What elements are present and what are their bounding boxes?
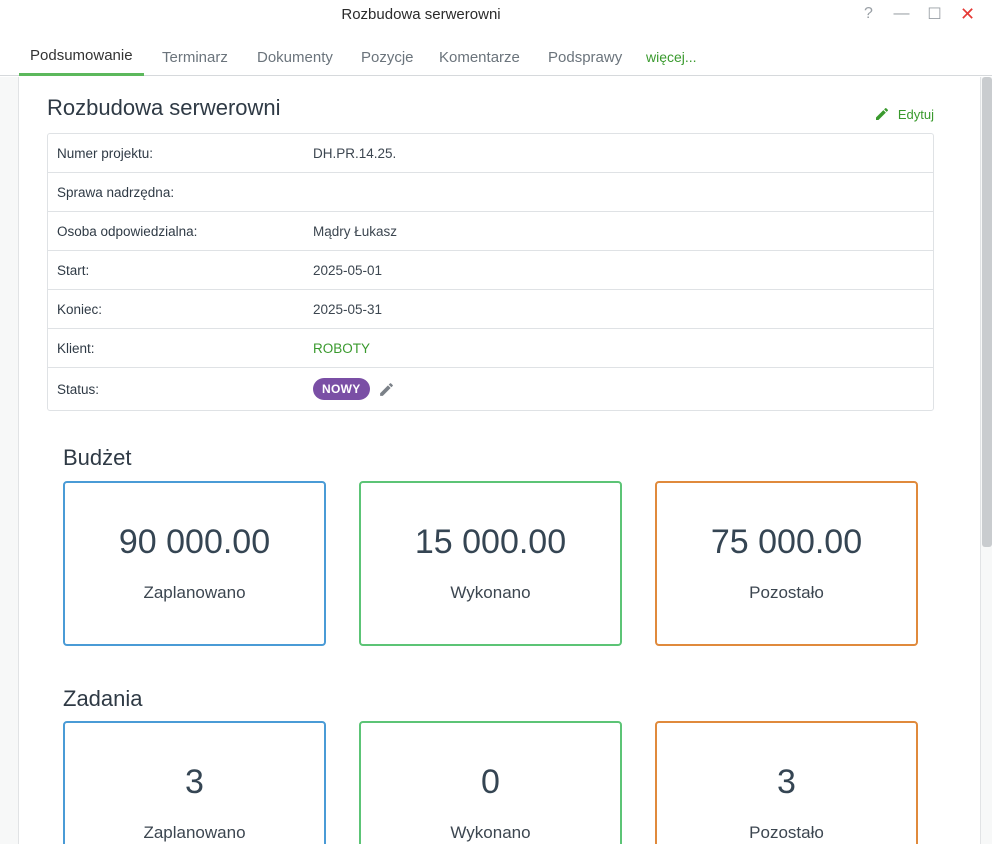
tasks-done-card: 0 Wykonano [359, 721, 622, 844]
detail-row-start: Start: 2025-05-01 [48, 251, 933, 290]
client-link[interactable]: ROBOTY [313, 341, 370, 356]
tab-komentarze[interactable]: Komentarze [439, 38, 520, 76]
status-value: NOWY [313, 378, 395, 400]
budget-remaining-caption: Pozostało [749, 583, 824, 602]
tab-terminarz[interactable]: Terminarz [162, 38, 228, 76]
close-icon[interactable]: ✕ [951, 2, 984, 26]
detail-label: Klient: [57, 340, 95, 356]
tab-podsprawy[interactable]: Podsprawy [548, 38, 622, 76]
detail-row-parent-case: Sprawa nadrzędna: [48, 173, 933, 212]
budget-planned-caption: Zaplanowano [143, 583, 246, 602]
detail-value: Mądry Łukasz [313, 223, 398, 239]
help-icon[interactable]: ? [852, 2, 885, 26]
tasks-planned-card: 3 Zaplanowano [63, 721, 326, 844]
window-title: Rozbudowa serwerowni [341, 6, 501, 23]
tab-dokumenty[interactable]: Dokumenty [257, 38, 333, 76]
tab-more-link[interactable]: więcej... [646, 38, 697, 76]
budget-planned-value: 90 000.00 [118, 523, 271, 561]
budget-section-title: Budżet [63, 445, 132, 470]
edit-button[interactable]: Edytuj [874, 106, 934, 122]
detail-row-client: Klient: ROBOTY [48, 329, 933, 368]
budget-planned-card: 90 000.00 Zaplanowano [63, 481, 326, 646]
pencil-icon[interactable] [378, 381, 395, 398]
tasks-remaining-value: 3 [777, 763, 796, 801]
tasks-done-value: 0 [481, 763, 500, 801]
detail-label: Numer projektu: [57, 145, 154, 161]
tasks-done-caption: Wykonano [450, 823, 531, 842]
budget-done-caption: Wykonano [450, 583, 531, 602]
detail-label: Koniec: [57, 301, 103, 317]
pencil-icon [875, 107, 888, 120]
tab-podsumowanie[interactable]: Podsumowanie [19, 38, 144, 76]
budget-done-value: 15 000.00 [414, 523, 567, 561]
detail-row-end: Koniec: 2025-05-31 [48, 290, 933, 329]
detail-value: DH.PR.14.25. [313, 145, 397, 161]
budget-remaining-card: 75 000.00 Pozostało [655, 481, 918, 646]
budget-remaining-value: 75 000.00 [710, 523, 863, 561]
detail-row-status: Status: NOWY [48, 368, 933, 410]
tasks-section-title: Zadania [63, 686, 143, 711]
page-title: Rozbudowa serwerowni [47, 95, 281, 120]
minimize-icon[interactable]: — [885, 2, 918, 26]
detail-value: 2025-05-31 [313, 301, 383, 317]
maximize-icon[interactable]: ☐ [918, 2, 951, 26]
budget-done-card: 15 000.00 Wykonano [359, 481, 622, 646]
detail-value: 2025-05-01 [313, 262, 383, 278]
title-bar: Rozbudowa serwerowni ? — ☐ ✕ [0, 0, 992, 34]
detail-label: Sprawa nadrzędna: [57, 184, 175, 200]
tasks-planned-caption: Zaplanowano [143, 823, 246, 842]
tasks-remaining-caption: Pozostało [749, 823, 824, 842]
tasks-planned-value: 3 [185, 763, 204, 801]
detail-row-responsible: Osoba odpowiedzialna: Mądry Łukasz [48, 212, 933, 251]
project-details-table: Numer projektu: DH.PR.14.25. Sprawa nadr… [47, 133, 934, 411]
detail-row-project-number: Numer projektu: DH.PR.14.25. [48, 134, 933, 173]
status-badge: NOWY [313, 378, 370, 400]
detail-label: Status: [57, 381, 100, 397]
tab-bar: Podsumowanie Terminarz Dokumenty Pozycje… [0, 38, 992, 76]
edit-label: Edytuj [897, 106, 934, 122]
vertical-scrollbar[interactable] [982, 77, 992, 547]
tab-pozycje[interactable]: Pozycje [361, 38, 414, 76]
detail-label: Start: [57, 262, 90, 278]
window-controls: ? — ☐ ✕ [852, 2, 984, 26]
detail-label: Osoba odpowiedzialna: [57, 223, 198, 239]
tasks-remaining-card: 3 Pozostało [655, 721, 918, 844]
